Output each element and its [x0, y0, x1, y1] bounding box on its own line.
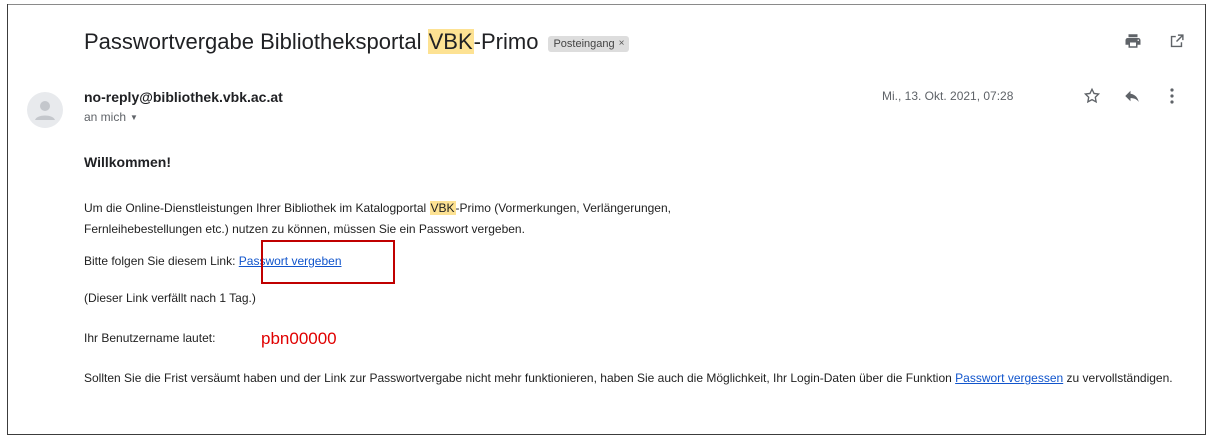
intro-text-c: Fernleihebestellungen etc.) nutzen zu kö… — [84, 222, 525, 236]
chevron-down-icon: ▼ — [130, 112, 138, 122]
open-in-new-window-icon[interactable] — [1166, 31, 1186, 51]
username-value: pbn00000 — [261, 329, 337, 348]
remove-label-icon[interactable]: × — [619, 38, 625, 49]
email-date: Mi., 13. Okt. 2021, 07:28 — [882, 89, 1014, 103]
star-icon[interactable] — [1082, 86, 1102, 106]
inbox-label-chip[interactable]: Posteingang × — [548, 35, 630, 52]
annotation-highlight-box — [261, 240, 395, 284]
avatar-icon — [27, 92, 63, 128]
email-subject: Passwortvergabe Bibliotheksportal VBK-Pr… — [84, 29, 538, 55]
print-icon[interactable] — [1123, 31, 1143, 51]
recipient-details[interactable]: an mich ▼ — [84, 110, 138, 124]
username-label: Ihr Benutzername lautet: — [84, 331, 216, 345]
subject-row: Passwortvergabe Bibliotheksportal VBK-Pr… — [84, 24, 630, 60]
link-expiry-note: (Dieser Link verfällt nach 1 Tag.) — [84, 291, 256, 305]
recipient-text: an mich — [84, 110, 127, 124]
reply-icon[interactable] — [1122, 86, 1142, 106]
inbox-label-text: Posteingang — [553, 37, 615, 50]
intro-text-b: -Primo (Vormerkungen, Verlängerungen, — [455, 201, 671, 215]
sender-address[interactable]: no-reply@bibliothek.vbk.ac.at — [84, 89, 283, 105]
intro-highlight: VBK — [429, 201, 456, 215]
fallback-text-a: Sollten Sie die Frist versäumt haben und… — [84, 371, 956, 385]
link-intro-text: Bitte folgen Sie diesem Link: — [84, 254, 239, 268]
intro-paragraph: Um die Online-Dienstleistungen Ihrer Bib… — [84, 198, 671, 240]
intro-text-a: Um die Online-Dienstleistungen Ihrer Bib… — [84, 201, 430, 215]
subject-text-post: -Primo — [473, 29, 539, 54]
welcome-heading: Willkommen! — [84, 154, 171, 170]
thread-actions — [1123, 31, 1186, 51]
subject-text-pre: Passwortvergabe Bibliotheksportal — [84, 29, 428, 54]
forgot-password-link[interactable]: Passwort vergessen — [955, 371, 1063, 385]
subject-highlight: VBK — [427, 29, 474, 54]
message-actions — [1082, 86, 1182, 106]
fallback-paragraph: Sollten Sie die Frist versäumt haben und… — [84, 368, 1174, 389]
fallback-text-b: zu vervollständigen. — [1063, 371, 1173, 385]
more-vert-icon[interactable] — [1162, 86, 1182, 106]
